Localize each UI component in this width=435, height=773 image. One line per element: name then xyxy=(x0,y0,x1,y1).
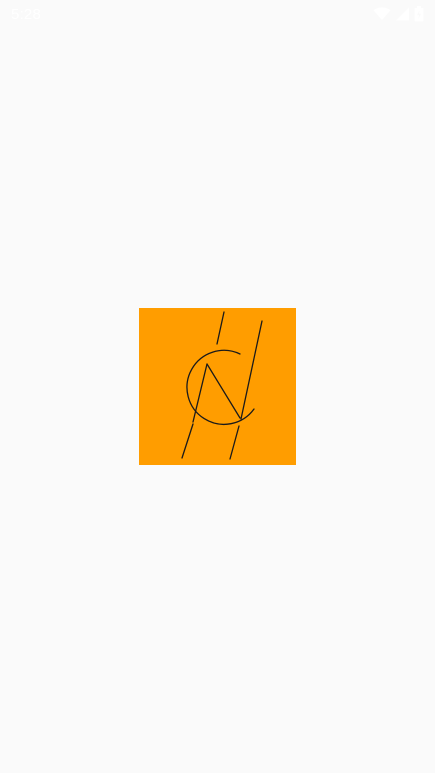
wifi-icon xyxy=(373,7,391,21)
battery-icon xyxy=(414,6,424,22)
cell-signal-icon xyxy=(395,7,410,21)
status-time: 5:28 xyxy=(11,5,41,23)
status-icons xyxy=(373,6,424,22)
app-logo xyxy=(139,308,296,465)
splash-screen: 5:28 xyxy=(0,0,435,773)
status-bar: 5:28 xyxy=(0,0,435,28)
